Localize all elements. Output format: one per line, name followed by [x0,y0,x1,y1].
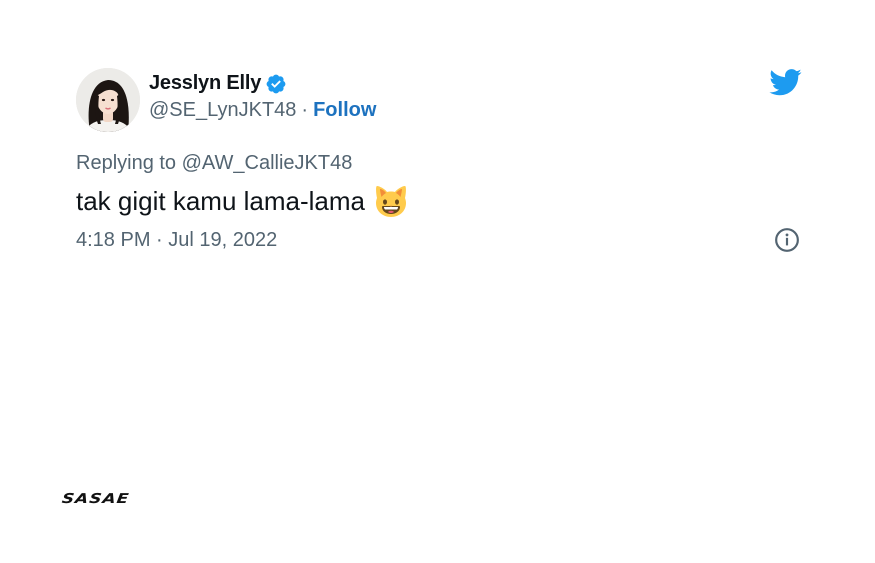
follow-button[interactable]: Follow [313,99,376,122]
verified-badge-icon [266,74,286,93]
twitter-bird-icon[interactable] [768,68,802,98]
tweet-header: Jesslyn Elly @SE_LynJKT48 · Follow [76,68,806,132]
tweet-embed: Jesslyn Elly @SE_LynJKT48 · Follow Reply… [76,68,806,253]
avatar[interactable] [76,68,140,132]
tweet-meta: 4:18 PM · Jul 19, 2022 [76,227,806,253]
author-display-name[interactable]: Jesslyn Elly [149,72,261,95]
info-icon[interactable] [774,227,800,253]
replying-prefix: Replying to [76,152,177,174]
reply-mention-link[interactable]: @AW_CallieJKT48 [182,152,353,174]
author-handle[interactable]: @SE_LynJKT48 [149,99,296,122]
author-info: Jesslyn Elly @SE_LynJKT48 · Follow [149,72,376,122]
avatar-image [76,68,140,132]
name-row: Jesslyn Elly [149,72,376,95]
handle-row: @SE_LynJKT48 · Follow [149,99,376,122]
separator: · [301,99,309,121]
tweet-body: tak gigit kamu lama-lama [76,185,365,216]
timestamp-link[interactable]: 4:18 PM · Jul 19, 2022 [76,229,277,252]
brand-watermark-logo: SASAE [60,491,131,507]
replying-to: Replying to @AW_CallieJKT48 [76,152,806,175]
page: Jesslyn Elly @SE_LynJKT48 · Follow Reply… [0,0,875,563]
smiling-cat-face-icon [376,186,406,217]
tweet-text: tak gigit kamu lama-lama [76,183,806,219]
